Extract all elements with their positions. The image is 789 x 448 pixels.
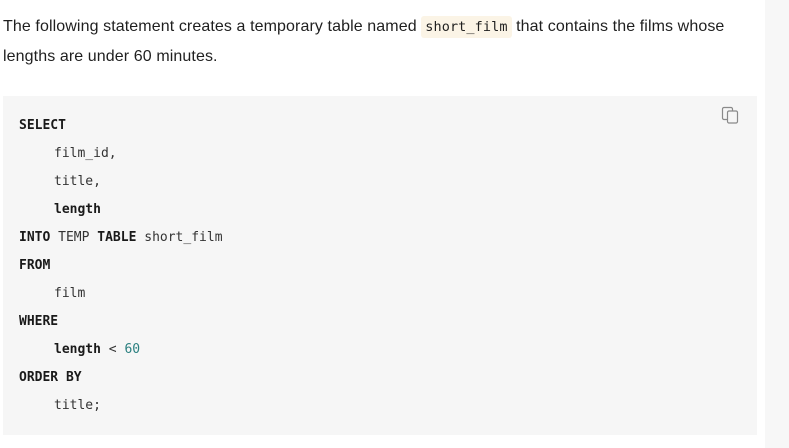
keyword-table: TABLE (97, 230, 137, 245)
inline-code-table-name: short_film (421, 16, 512, 38)
from-table: film (54, 286, 86, 301)
table-name: short_film (136, 230, 223, 245)
sql-code: SELECT film_id, title, length INTO TEMP … (19, 112, 223, 420)
code-line: film (19, 280, 223, 308)
where-column: length (54, 342, 101, 357)
keyword-where: WHERE (19, 314, 59, 329)
code-line: length (19, 196, 223, 224)
column-film-id: film_id, (54, 146, 117, 161)
code-line: title, (19, 168, 223, 196)
copy-button[interactable] (719, 104, 741, 126)
code-line: WHERE (19, 308, 223, 336)
order-column: title; (54, 398, 101, 413)
keyword-order-by: ORDER BY (19, 370, 82, 385)
keyword-select: SELECT (19, 118, 66, 133)
keyword-temp: TEMP (50, 230, 98, 245)
column-title: title, (54, 174, 101, 189)
keyword-from: FROM (19, 258, 51, 273)
code-line: ORDER BY (19, 364, 223, 392)
column-length: length (54, 202, 101, 217)
where-value: 60 (124, 342, 141, 357)
code-block: SELECT film_id, title, length INTO TEMP … (3, 96, 757, 435)
code-line: film_id, (19, 140, 223, 168)
intro-text-before: The following statement creates a tempor… (3, 18, 422, 35)
code-line: INTO TEMP TABLE short_film (19, 224, 223, 252)
where-operator: < (100, 342, 125, 357)
code-line: title; (19, 392, 223, 420)
copy-icon (721, 106, 739, 124)
code-line: length < 60 (19, 336, 223, 364)
page-gutter (765, 0, 789, 448)
intro-paragraph: The following statement creates a tempor… (3, 12, 753, 72)
code-line: FROM (19, 252, 223, 280)
keyword-into: INTO (19, 230, 51, 245)
code-line: SELECT (19, 112, 223, 140)
